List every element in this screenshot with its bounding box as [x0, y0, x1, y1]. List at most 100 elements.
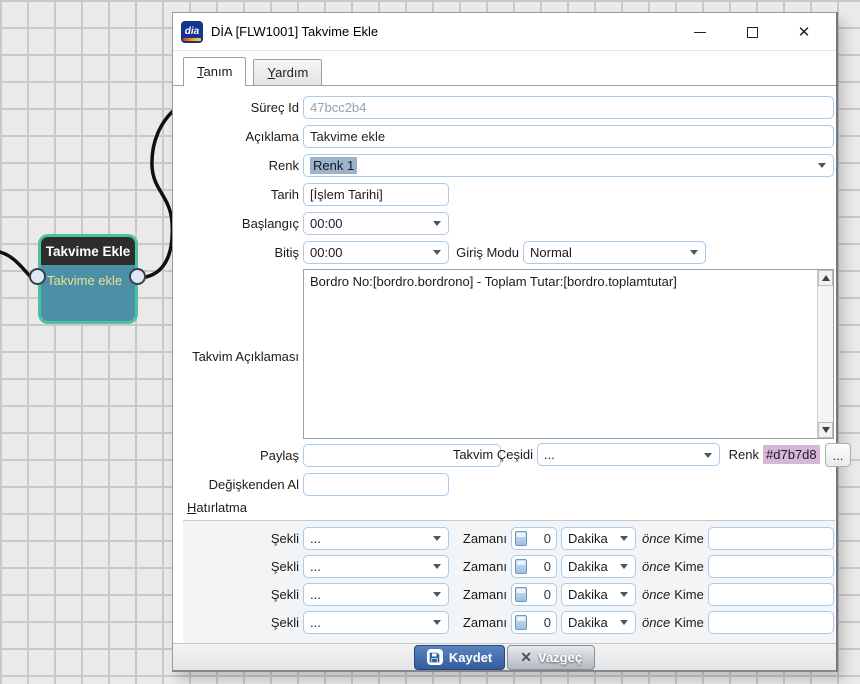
chevron-down-icon	[620, 592, 628, 597]
kime-label: Kime	[674, 559, 704, 574]
once-label: önce	[642, 587, 670, 602]
close-icon: ✕	[798, 23, 811, 41]
zamani-value: 0	[527, 587, 556, 602]
takvim-aciklamasi-text: Bordro No:[bordro.bordrono] - Toplam Tut…	[304, 270, 816, 438]
aciklama-input[interactable]	[303, 125, 834, 148]
textarea-scrollbar[interactable]	[817, 270, 833, 438]
kime-label: Kime	[674, 587, 704, 602]
node-input-port[interactable]	[29, 268, 46, 285]
sekli-select[interactable]: ...	[303, 555, 449, 578]
chevron-down-icon	[433, 250, 441, 255]
unit-select[interactable]: Dakika	[561, 555, 636, 578]
sekli-label: Şekli	[187, 559, 299, 574]
tab-tanim[interactable]: Tanım	[183, 57, 246, 86]
dialog-footer: Kaydet ✕ Vazgeç	[173, 643, 836, 670]
calculator-icon	[515, 531, 527, 546]
bitis-select[interactable]: 00:00	[303, 241, 449, 264]
node-title: Takvime Ekle	[41, 237, 135, 265]
kime-input[interactable]	[708, 611, 834, 634]
cancel-x-icon: ✕	[520, 649, 532, 666]
sekli-value: ...	[310, 587, 321, 602]
flow-node-takvime-ekle[interactable]: Takvime Ekle Takvime ekle	[38, 234, 138, 324]
chevron-down-icon	[620, 564, 628, 569]
cancel-button[interactable]: ✕ Vazgeç	[507, 645, 595, 670]
unit-value: Dakika	[568, 615, 608, 630]
zamani-label: Zamanı	[455, 587, 507, 602]
zamani-input[interactable]: 0	[511, 611, 557, 634]
wire-right	[146, 112, 172, 277]
renk-select[interactable]: Renk 1	[303, 154, 834, 177]
save-button[interactable]: Kaydet	[414, 645, 505, 670]
zamani-input[interactable]: 0	[511, 527, 557, 550]
takvim-cesidi-select[interactable]: ...	[537, 443, 720, 466]
surec-id-row: Süreç Id	[187, 95, 834, 119]
tab-yardim[interactable]: Yardım	[253, 59, 322, 85]
node-output-port[interactable]	[129, 268, 146, 285]
chevron-down-icon	[620, 620, 628, 625]
kime-input[interactable]	[708, 555, 834, 578]
takvim-aciklamasi-textarea[interactable]: Bordro No:[bordro.bordrono] - Toplam Tut…	[303, 269, 834, 439]
chevron-down-icon	[433, 592, 441, 597]
tarih-input[interactable]	[303, 183, 449, 206]
maximize-icon	[747, 27, 758, 38]
zamani-value: 0	[527, 615, 556, 630]
giris-modu-select[interactable]: Normal	[523, 241, 706, 264]
save-button-label: Kaydet	[449, 650, 492, 665]
sekli-select[interactable]: ...	[303, 611, 449, 634]
calculator-icon	[515, 615, 527, 630]
baslangic-label: Başlangıç	[187, 216, 299, 231]
reminder-row-2: Şekli ... Zamanı 0 Dakika önce Kime	[187, 554, 834, 578]
unit-select[interactable]: Dakika	[561, 611, 636, 634]
sekli-label: Şekli	[187, 587, 299, 602]
chevron-down-icon	[818, 163, 826, 168]
zamani-input[interactable]: 0	[511, 583, 557, 606]
aciklama-label: Açıklama	[187, 129, 299, 144]
wire-left	[0, 252, 30, 276]
flow-canvas: Takvime Ekle Takvime ekle dia DİA [FLW10…	[0, 0, 860, 684]
sekli-value: ...	[310, 559, 321, 574]
scroll-up-button[interactable]	[818, 270, 833, 286]
once-label: önce	[642, 559, 670, 574]
renk-picker-button[interactable]: ...	[825, 443, 851, 467]
sekli-value: ...	[310, 531, 321, 546]
kime-input[interactable]	[708, 583, 834, 606]
maximize-button[interactable]	[726, 13, 778, 51]
sekli-select[interactable]: ...	[303, 583, 449, 606]
zamani-input[interactable]: 0	[511, 555, 557, 578]
close-button[interactable]: ✕	[778, 13, 830, 51]
minimize-button[interactable]	[674, 13, 726, 51]
tarih-label: Tarih	[187, 187, 299, 202]
baslangic-select[interactable]: 00:00	[303, 212, 449, 235]
reminder-row-3: Şekli ... Zamanı 0 Dakika önce Kime	[187, 582, 834, 606]
window-controls: ✕	[674, 13, 830, 51]
bitis-label: Bitiş	[187, 245, 299, 260]
zamani-label: Zamanı	[455, 615, 507, 630]
chevron-down-icon	[433, 221, 441, 226]
baslangic-value: 00:00	[310, 216, 343, 231]
chevron-down-icon	[704, 453, 712, 458]
chevron-down-icon	[433, 564, 441, 569]
renk-label: Renk	[187, 158, 299, 173]
bitis-value: 00:00	[310, 245, 343, 260]
sekli-label: Şekli	[187, 615, 299, 630]
reminder-row-4: Şekli ... Zamanı 0 Dakika önce Kime	[187, 610, 834, 634]
sekli-value: ...	[310, 615, 321, 630]
scroll-down-button[interactable]	[818, 422, 833, 438]
chevron-down-icon	[690, 250, 698, 255]
renk-hex-value[interactable]: #d7b7d8	[763, 445, 820, 464]
unit-select[interactable]: Dakika	[561, 583, 636, 606]
takvim-aciklamasi-label: Takvim Açıklaması	[187, 349, 299, 364]
bitis-row: Bitiş 00:00 Giriş Modu Normal	[187, 240, 834, 264]
sekli-select[interactable]: ...	[303, 527, 449, 550]
tarih-row: Tarih	[187, 182, 834, 206]
kime-input[interactable]	[708, 527, 834, 550]
giris-modu-value: Normal	[530, 245, 572, 260]
surec-id-label: Süreç Id	[187, 100, 299, 115]
once-label: önce	[642, 615, 670, 630]
degiskenden-al-input[interactable]	[303, 473, 449, 496]
dia-app-icon: dia	[181, 21, 203, 43]
zamani-value: 0	[527, 559, 556, 574]
unit-value: Dakika	[568, 531, 608, 546]
unit-select[interactable]: Dakika	[561, 527, 636, 550]
dialog-titlebar[interactable]: dia DİA [FLW1001] Takvime Ekle ✕	[173, 13, 836, 51]
